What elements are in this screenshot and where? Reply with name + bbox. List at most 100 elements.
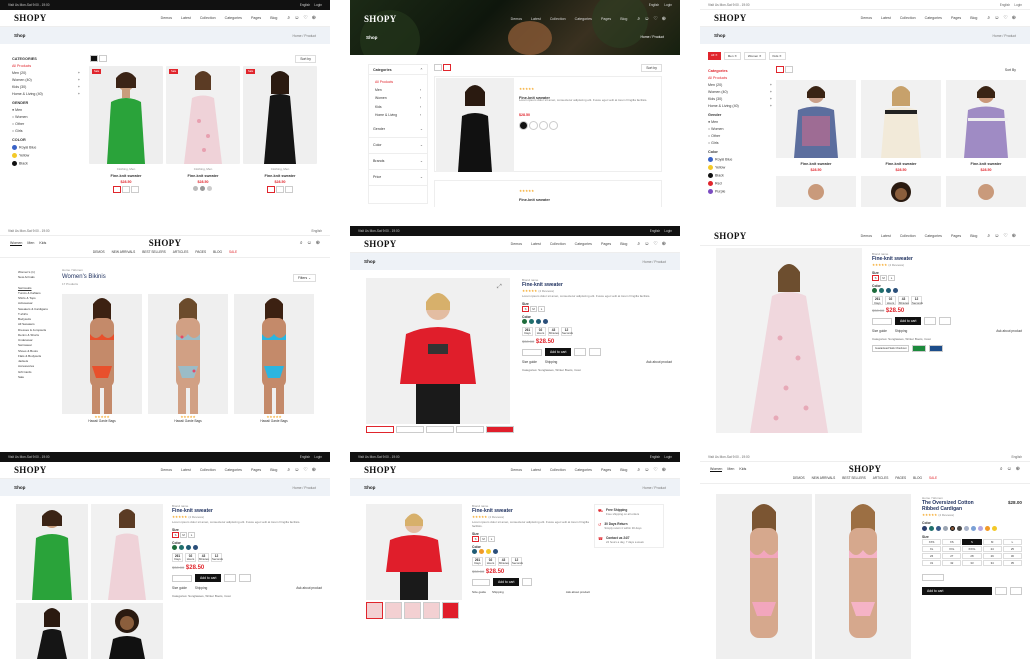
- breadcrumb[interactable]: Home / Product: [292, 34, 316, 38]
- nav-latest[interactable]: Latest: [881, 234, 891, 238]
- breadcrumb[interactable]: Home / Product: [292, 486, 316, 490]
- nav-demos[interactable]: Demos: [511, 468, 522, 472]
- user-icon[interactable]: ☺: [644, 241, 649, 247]
- add-to-cart-button[interactable]: Add to cart: [895, 317, 922, 326]
- color-selector[interactable]: [872, 288, 1022, 294]
- nav-collection[interactable]: Collection: [550, 242, 566, 246]
- list-item[interactable]: ★★★★★ Fine-knit sweater: [434, 180, 662, 207]
- size-guide-link[interactable]: Size guide: [172, 586, 187, 590]
- thumbnail[interactable]: [366, 426, 394, 433]
- active-filter-tag[interactable]: All ✕: [708, 52, 721, 60]
- wishlist-button[interactable]: [995, 587, 1007, 595]
- user-icon[interactable]: ☺: [294, 467, 299, 473]
- size-selector[interactable]: SML: [522, 305, 672, 312]
- thumbnail[interactable]: [426, 426, 454, 433]
- lang-select[interactable]: English: [650, 455, 660, 459]
- nav-latest[interactable]: Latest: [531, 242, 541, 246]
- nav-pages[interactable]: Pages: [601, 468, 611, 472]
- nav-demos[interactable]: Demos: [161, 16, 172, 20]
- cat-item[interactable]: Kids (30) +: [708, 97, 772, 101]
- gender-option[interactable]: ○ Girls: [708, 141, 772, 145]
- cat-item[interactable]: Home & Living (40) +: [708, 104, 772, 108]
- logo[interactable]: SHOPY: [364, 14, 397, 24]
- login-link[interactable]: Login: [1014, 3, 1022, 7]
- menu-blog[interactable]: BLOG: [913, 476, 922, 483]
- search-icon[interactable]: ⌕: [637, 16, 640, 22]
- menu-articles[interactable]: ARTICLES: [173, 250, 189, 257]
- wishlist-button[interactable]: [529, 121, 539, 130]
- product-card[interactable]: Sale Clothing, Men Fine-knit sweater $28…: [243, 66, 317, 193]
- gallery-image[interactable]: [16, 504, 88, 600]
- heart-icon[interactable]: ♡: [1003, 233, 1007, 239]
- add-to-cart-button[interactable]: Add to cart: [493, 578, 520, 587]
- color-selector[interactable]: [172, 545, 322, 551]
- gallery-image[interactable]: [16, 603, 88, 659]
- product-image[interactable]: [166, 66, 240, 164]
- product-image[interactable]: [861, 80, 941, 158]
- gender-option[interactable]: ○ Girls: [12, 129, 80, 133]
- ask-link[interactable]: Ask about product: [996, 329, 1022, 333]
- nav-men[interactable]: Men: [27, 241, 34, 246]
- search-icon[interactable]: ⌕: [637, 467, 640, 473]
- nav-collection[interactable]: Collection: [200, 468, 216, 472]
- nav-demos[interactable]: Demos: [511, 17, 522, 21]
- lang-select[interactable]: English: [300, 3, 310, 7]
- login-link[interactable]: Login: [664, 229, 672, 233]
- compare-button[interactable]: [589, 348, 602, 357]
- product-name[interactable]: Fine-knit sweater: [89, 174, 163, 178]
- nav-pages[interactable]: Pages: [951, 234, 961, 238]
- size-selector[interactable]: SML: [172, 531, 322, 538]
- product-card[interactable]: Fine-knit sweater $28.50: [861, 80, 941, 172]
- product-card[interactable]: Sale Clothing, Men Fine-knit sweater $28…: [89, 66, 163, 193]
- cart-icon[interactable]: ⊕: [1012, 15, 1016, 21]
- menu-demos[interactable]: DEMOS: [93, 250, 105, 257]
- nav-collection[interactable]: Collection: [900, 16, 916, 20]
- nav-blog[interactable]: Blog: [620, 242, 627, 246]
- cart-icon[interactable]: ⊕: [1016, 466, 1020, 472]
- breadcrumb[interactable]: Home / Product: [642, 260, 666, 264]
- cat-item[interactable]: Kids ›: [375, 103, 421, 111]
- user-icon[interactable]: ☺: [994, 233, 999, 239]
- heart-icon[interactable]: ♡: [653, 241, 657, 247]
- menu-blog[interactable]: BLOG: [213, 250, 222, 257]
- user-icon[interactable]: ☺: [644, 467, 649, 473]
- gender-option[interactable]: ● Men: [12, 108, 80, 112]
- gallery-image[interactable]: [91, 504, 163, 600]
- compare-button[interactable]: [1010, 587, 1022, 595]
- add-to-cart-button[interactable]: Add to cart: [195, 574, 222, 583]
- shipping-link[interactable]: Shipping: [545, 360, 557, 364]
- product-main-image[interactable]: [366, 504, 462, 600]
- cart-icon[interactable]: ⊕: [662, 16, 666, 22]
- ask-link[interactable]: Ask about product: [646, 360, 672, 364]
- thumbnail[interactable]: [423, 602, 440, 619]
- color-selector[interactable]: [472, 549, 590, 555]
- side-link[interactable]: New Arrivals: [18, 275, 58, 280]
- color-option[interactable]: Yellow: [12, 153, 80, 158]
- cat-item[interactable]: Women (40) +: [708, 90, 772, 94]
- nav-latest[interactable]: Latest: [181, 16, 191, 20]
- login-link[interactable]: Login: [664, 455, 672, 459]
- heart-icon[interactable]: ♡: [1003, 15, 1007, 21]
- nav-demos[interactable]: Demos: [511, 242, 522, 246]
- product-name[interactable]: Fine-knit sweater: [166, 174, 240, 178]
- wishlist-button[interactable]: [924, 317, 937, 326]
- cat-all[interactable]: All Products: [375, 78, 421, 86]
- filter-tag[interactable]: Men ✕: [723, 52, 741, 60]
- nav-collection[interactable]: Collection: [200, 16, 216, 20]
- thumbnail[interactable]: [366, 602, 383, 619]
- nav-categories[interactable]: Categories: [575, 468, 592, 472]
- nav-collection[interactable]: Collection: [550, 17, 566, 21]
- menu-articles[interactable]: ARTICLES: [873, 476, 889, 483]
- nav-women[interactable]: Women: [10, 241, 23, 246]
- list-item[interactable]: ★★★★★ Fine-knit sweater Lorem ipsum dolo…: [434, 76, 662, 172]
- product-card[interactable]: ★★★★★ Hawaii Garde Bags: [148, 294, 228, 423]
- lang-select[interactable]: English: [300, 455, 310, 459]
- lang-select[interactable]: English: [1012, 455, 1022, 459]
- nav-demos[interactable]: Demos: [861, 234, 872, 238]
- nav-demos[interactable]: Demos: [161, 468, 172, 472]
- logo[interactable]: SHOPY: [714, 13, 747, 23]
- login-link[interactable]: Login: [314, 3, 322, 7]
- nav-categories[interactable]: Categories: [575, 242, 592, 246]
- nav-latest[interactable]: Latest: [881, 16, 891, 20]
- cat-item[interactable]: Women (40) +: [12, 78, 80, 82]
